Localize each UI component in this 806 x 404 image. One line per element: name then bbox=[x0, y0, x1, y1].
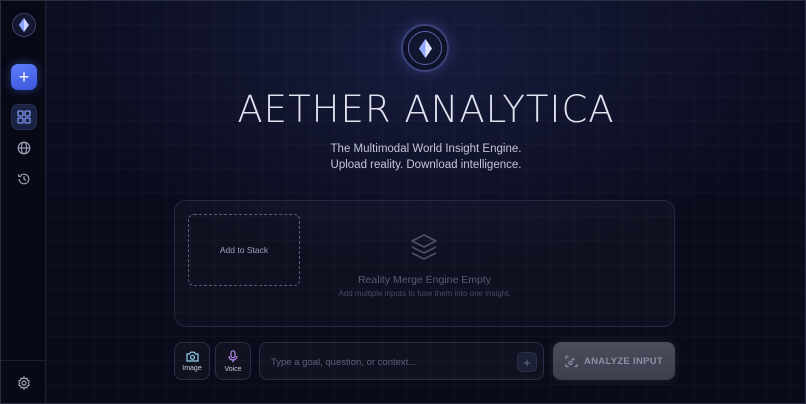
tagline-line-1: The Multimodal World Insight Engine. bbox=[330, 143, 522, 155]
diamond-logo-icon bbox=[19, 18, 29, 32]
globe-icon bbox=[17, 141, 31, 155]
goal-input[interactable] bbox=[271, 352, 511, 372]
diamond-logo-icon bbox=[418, 38, 432, 58]
sidebar: + bbox=[0, 0, 46, 404]
image-label: Image bbox=[182, 364, 202, 372]
sidebar-item-explore[interactable] bbox=[11, 135, 37, 161]
empty-state-subtitle: Add multiple inputs to fuse them into on… bbox=[338, 289, 511, 298]
grid-icon bbox=[17, 110, 31, 124]
plus-icon: + bbox=[18, 67, 30, 87]
scan-sparkle-icon bbox=[565, 355, 578, 367]
add-to-stack-label: Add to Stack bbox=[219, 245, 269, 255]
sidebar-item-dashboard[interactable] bbox=[11, 104, 37, 130]
camera-icon bbox=[185, 351, 199, 362]
sidebar-item-settings[interactable] bbox=[11, 370, 37, 396]
goal-input-container: + bbox=[259, 342, 544, 380]
analyze-input-button[interactable]: ANALYZE INPUT bbox=[553, 342, 675, 380]
hero-logo-ring bbox=[408, 31, 442, 65]
layers-icon bbox=[411, 234, 437, 260]
reality-merge-panel: Add to Stack Reality Merge Engine Empty … bbox=[174, 200, 675, 327]
history-icon bbox=[17, 173, 30, 185]
sidebar-item-history[interactable] bbox=[11, 166, 37, 192]
sidebar-logo[interactable] bbox=[12, 13, 36, 37]
analyze-input-label: ANALYZE INPUT bbox=[583, 355, 664, 367]
tagline-line-2: Upload reality. Download intelligence. bbox=[330, 159, 522, 171]
microphone-icon bbox=[228, 349, 238, 362]
plus-icon: + bbox=[523, 354, 531, 370]
add-context-button[interactable]: + bbox=[517, 352, 537, 372]
voice-label: Voice bbox=[224, 365, 242, 373]
app-title: AETHER ANALYTICA bbox=[237, 88, 615, 131]
empty-state-title: Reality Merge Engine Empty bbox=[357, 274, 492, 286]
new-analysis-button[interactable]: + bbox=[11, 64, 37, 90]
hero-logo bbox=[401, 24, 449, 72]
sidebar-divider bbox=[0, 360, 46, 361]
image-upload-button[interactable]: Image bbox=[174, 342, 210, 380]
gear-icon bbox=[18, 376, 30, 390]
voice-input-button[interactable]: Voice bbox=[215, 342, 251, 380]
